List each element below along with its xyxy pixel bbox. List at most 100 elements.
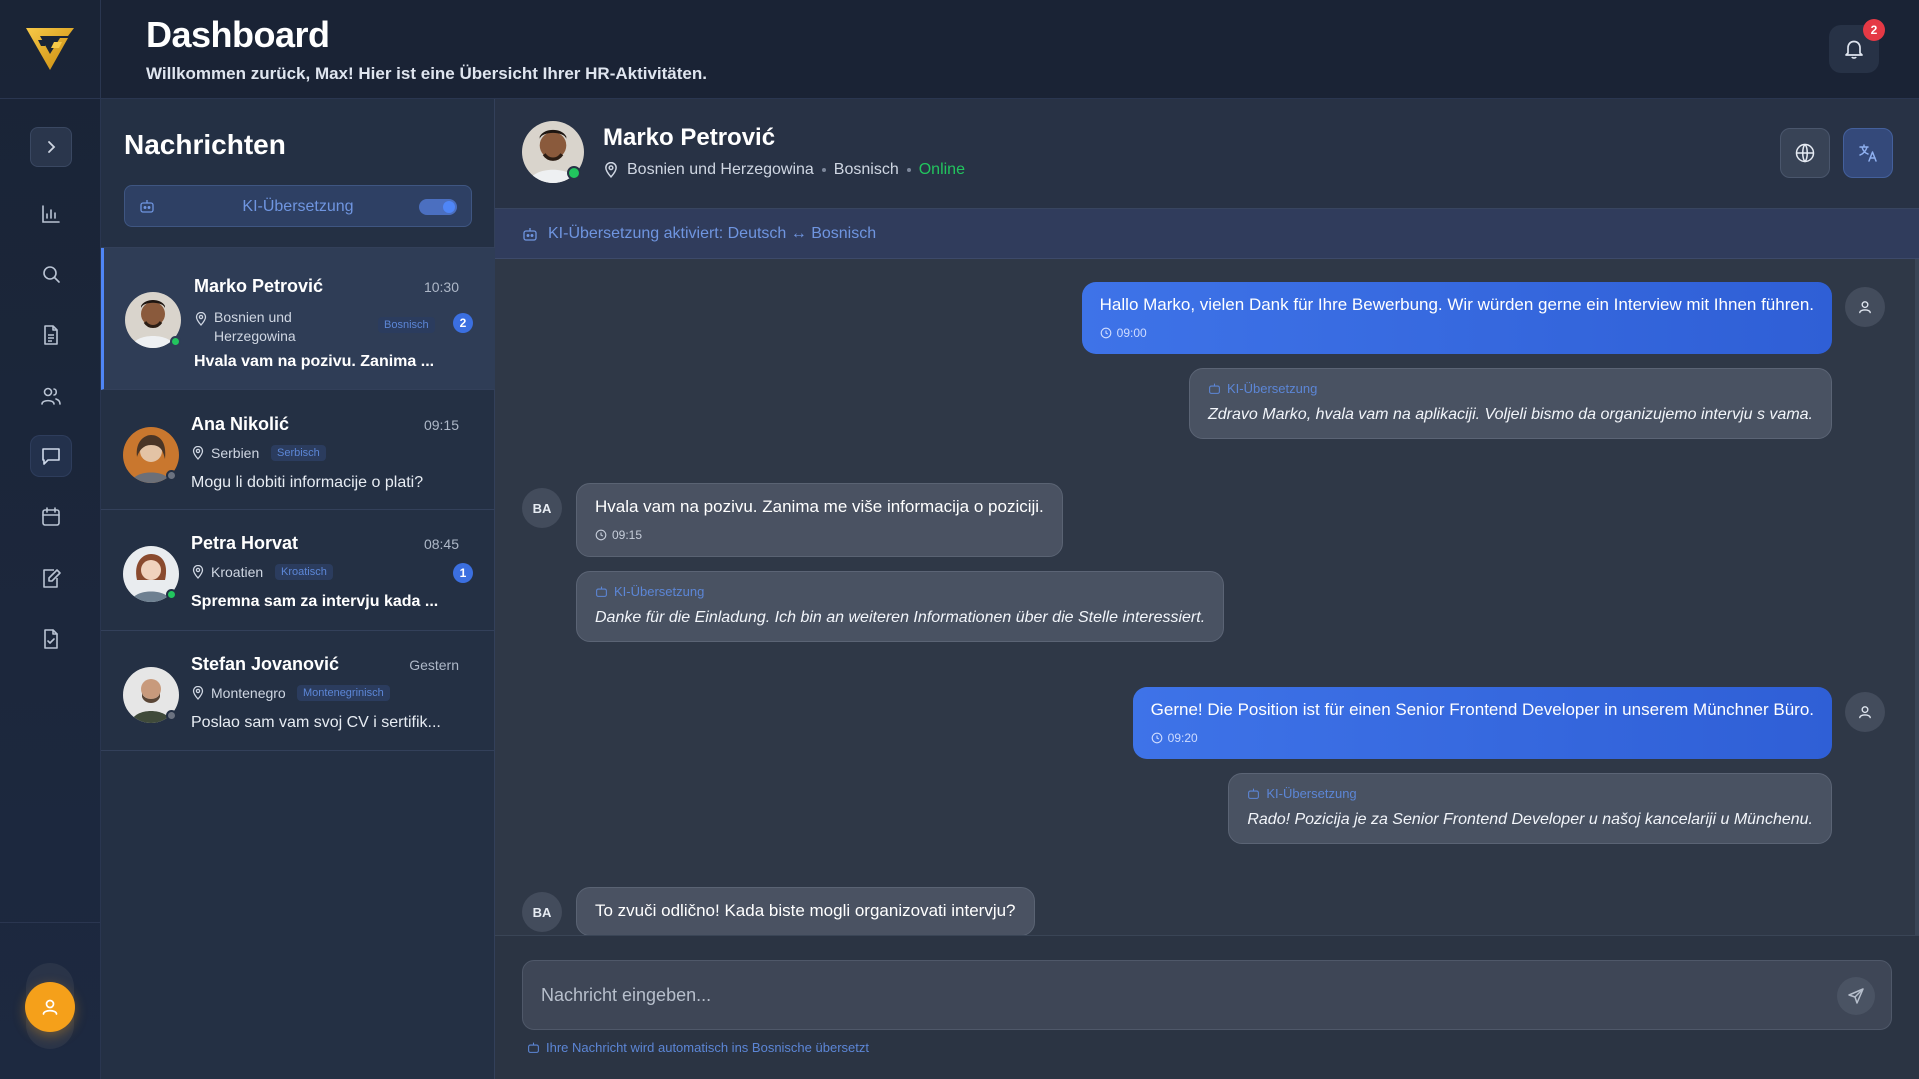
conversation-item-petra[interactable]: Petra Horvat 08:45 Kroatien Kroatisch 1 …	[101, 510, 495, 631]
translation-text: Danke für die Einladung. Ich bin an weit…	[595, 609, 1206, 626]
translation-text: Rado! Pozicija je za Senior Frontend Dev…	[1247, 811, 1813, 828]
conversation-item-marko[interactable]: Marko Petrović 10:30 Bosnien und Herzegow…	[101, 248, 495, 390]
sidebar-item-edit-documents[interactable]	[30, 557, 72, 599]
message-text: Hvala vam na pozivu. Zanima me više info…	[595, 497, 1044, 516]
expand-sidebar-button[interactable]	[30, 127, 72, 167]
chart-icon	[42, 205, 60, 223]
unread-count-badge: 2	[453, 313, 473, 333]
conversation-name: Ana Nikolić	[191, 414, 290, 434]
conversation-list-title: Nachrichten	[124, 129, 286, 160]
sender-avatar	[1845, 692, 1885, 732]
sender-initials: BA	[522, 488, 562, 528]
conversation-location: Montenegro	[191, 685, 286, 701]
conversation-name: Petra Horvat	[191, 533, 299, 553]
chevron-right-icon	[48, 141, 56, 153]
message-text: To zvuči odlično! Kada biste mogli organ…	[595, 901, 1016, 920]
message-timestamp: 09:20	[1151, 731, 1814, 745]
ai-banner-text: KI-Übersetzung aktiviert: Deutsch ↔ Bosn…	[548, 224, 877, 242]
contact-status: Online	[918, 161, 965, 178]
language-badge: Kroatisch	[275, 564, 333, 580]
sidebar-rail	[0, 0, 101, 1079]
bell-icon	[1845, 40, 1863, 59]
ai-translation-banner: KI-Übersetzung aktiviert: Deutsch ↔ Bosn…	[495, 209, 1919, 259]
translation-text: Zdravo Marko, hvala vam na aplikaciji. V…	[1208, 406, 1813, 423]
robot-icon	[1209, 383, 1220, 394]
clock-icon	[1100, 327, 1112, 339]
contact-name: Marko Petrović	[603, 124, 776, 151]
message-input[interactable]	[523, 961, 1813, 1029]
location-line-1: Bosnien und	[214, 309, 292, 325]
robot-icon	[523, 227, 537, 241]
location-text: Montenegro	[211, 685, 286, 701]
conversation-item-ana[interactable]: Ana Nikolić 09:15 Serbien Serbisch Mogu …	[101, 390, 495, 510]
sender-initials: BA	[522, 892, 562, 932]
location-text: Serbien	[211, 445, 260, 461]
globe-icon	[1795, 143, 1815, 163]
clock-icon	[1151, 732, 1163, 744]
sidebar-item-analytics[interactable]	[30, 193, 72, 235]
user-avatar[interactable]	[25, 982, 75, 1032]
message-input-wrapper	[522, 960, 1892, 1030]
message-icon	[42, 448, 60, 465]
robot-icon	[1248, 788, 1260, 799]
translation-tag: KI-Übersetzung	[1208, 381, 1813, 396]
location-pin-icon	[192, 446, 204, 460]
location-pin-icon	[195, 312, 207, 326]
scrollbar[interactable]	[1915, 259, 1919, 935]
sidebar-footer	[0, 922, 101, 1079]
users-icon	[41, 387, 61, 405]
conversation-list-panel: Nachrichten KI-Übersetzung Marko Petrovi…	[101, 99, 495, 1079]
notifications-button[interactable]: 2	[1829, 19, 1885, 73]
location-pin-icon	[192, 565, 204, 579]
chat-panel: Marko Petrović Bosnien und Herzegowina B…	[495, 99, 1919, 1079]
conversation-time: Gestern	[409, 657, 459, 673]
conversation-time: 08:45	[423, 536, 459, 552]
message-text: Hallo Marko, vielen Dank für Ihre Bewerb…	[1099, 295, 1814, 314]
separator-dot	[821, 168, 826, 172]
language-badge: Montenegrinisch	[297, 685, 390, 701]
offline-status-dot	[166, 470, 177, 481]
sidebar-item-calendar[interactable]	[30, 496, 72, 538]
calendar-icon	[42, 507, 60, 526]
edit-document-icon	[43, 569, 61, 588]
user-icon	[42, 999, 58, 1015]
user-menu[interactable]	[25, 963, 75, 1049]
search-icon	[43, 266, 60, 283]
conversation-preview: Hvala vam na pozivu. Zanima ...	[194, 353, 435, 370]
conversation-item-stefan[interactable]: Stefan Jovanović Gestern Montenegro Mont…	[101, 631, 495, 751]
conversation-preview: Mogu li dobiti informacije o plati?	[191, 474, 424, 491]
app-logo[interactable]	[0, 0, 100, 99]
language-badge: Serbisch	[271, 445, 326, 461]
translation-bubble: KI-Übersetzung Zdravo Marko, hvala vam n…	[1189, 368, 1832, 439]
sidebar-item-documents[interactable]	[30, 314, 72, 356]
translation-bubble: KI-Übersetzung Rado! Pozicija je za Seni…	[1228, 773, 1832, 844]
sidebar-item-checklist[interactable]	[30, 618, 72, 660]
contact-meta: Bosnien und Herzegowina Bosnisch Online	[603, 161, 965, 179]
location-line-2: Herzegowina	[214, 328, 296, 344]
ai-translation-switch[interactable]	[419, 199, 457, 215]
online-status-dot	[170, 336, 181, 347]
conversation-location: Bosnien und Herzegowina	[194, 308, 296, 346]
sidebar-item-messages[interactable]	[30, 435, 72, 477]
message-composer: Ihre Nachricht wird automatisch ins Bosn…	[495, 935, 1919, 1079]
ai-translation-toggle[interactable]: KI-Übersetzung	[124, 185, 472, 227]
message-incoming: Hvala vam na pozivu. Zanima me više info…	[576, 483, 1063, 557]
sidebar-item-search[interactable]	[30, 253, 72, 295]
robot-icon	[528, 1042, 539, 1053]
conversation-preview: Spremna sam za intervju kada ...	[191, 593, 439, 610]
sidebar-item-users[interactable]	[30, 375, 72, 417]
message-incoming: To zvuči odlično! Kada biste mogli organ…	[576, 887, 1035, 935]
send-button[interactable]	[1837, 977, 1875, 1015]
user-icon	[1859, 706, 1871, 719]
message-thread[interactable]: Hallo Marko, vielen Dank für Ihre Bewerb…	[495, 259, 1919, 935]
checklist-document-icon	[44, 629, 58, 649]
page-header: Dashboard Willkommen zurück, Max! Hier i…	[101, 0, 1919, 99]
message-outgoing: Hallo Marko, vielen Dank für Ihre Bewerb…	[1081, 282, 1832, 354]
conversation-time: 09:15	[423, 417, 459, 433]
location-pin-icon	[605, 162, 617, 178]
user-icon	[1859, 301, 1871, 314]
translate-icon	[1859, 144, 1877, 162]
separator-dot	[906, 168, 911, 172]
language-settings-button[interactable]	[1780, 128, 1830, 178]
translate-button[interactable]	[1843, 128, 1893, 178]
